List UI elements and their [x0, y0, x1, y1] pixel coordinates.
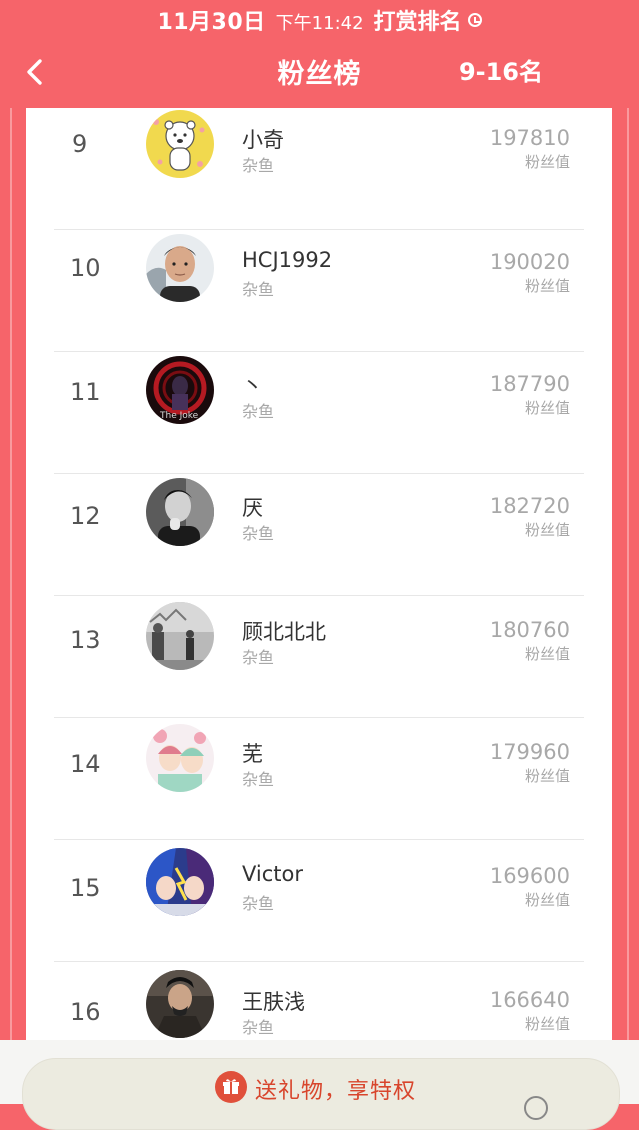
leaderboard-row[interactable]: 12 厌 杂鱼 182720 粉丝值	[26, 474, 612, 596]
fan-name: 芜	[242, 742, 263, 766]
avatar[interactable]	[146, 848, 214, 916]
fan-level: 杂鱼	[242, 280, 275, 299]
fan-level: 杂鱼	[242, 156, 275, 175]
send-gift-button[interactable]: 送礼物，享特权	[22, 1058, 620, 1130]
fan-level: 杂鱼	[242, 770, 275, 789]
fan-name: HCJ1992	[242, 248, 333, 272]
leaderboard-card: 9 小奇 杂鱼 197810 粉丝值 10 HCJ1992 杂鱼 190020 …	[26, 108, 612, 1048]
fan-name: Victor	[242, 862, 304, 886]
avatar[interactable]	[146, 110, 214, 178]
clock-icon	[467, 13, 482, 27]
avatar[interactable]	[146, 724, 214, 792]
left-stripe	[10, 108, 12, 1048]
status-section: 打赏排名	[373, 10, 462, 35]
rank-number: 12	[70, 502, 101, 530]
avatar[interactable]: The Joke	[146, 356, 214, 424]
leaderboard-row[interactable]: 13 顾北北北 杂鱼 180760 粉丝值	[26, 596, 612, 718]
fan-score: 179960	[489, 740, 570, 764]
fan-name: 顾北北北	[242, 620, 326, 644]
fan-name: 小奇	[242, 128, 284, 152]
rank-number: 15	[70, 874, 101, 902]
rank-number: 14	[70, 750, 101, 778]
score-unit: 粉丝值	[524, 767, 570, 785]
score-unit: 粉丝值	[524, 521, 570, 539]
status-date: 11月30日	[157, 10, 266, 35]
watermark-icon	[524, 1096, 548, 1120]
page-title: 粉丝榜	[277, 59, 362, 90]
fan-score: 197810	[489, 126, 570, 150]
fan-level: 杂鱼	[242, 894, 275, 913]
score-unit: 粉丝值	[524, 277, 570, 295]
fan-score: 187790	[489, 372, 570, 396]
rank-number: 11	[70, 378, 101, 406]
fan-score: 180760	[489, 618, 570, 642]
fan-level: 杂鱼	[242, 648, 275, 667]
fan-score: 169600	[489, 864, 570, 888]
rank-number: 9	[72, 130, 88, 158]
fan-name: 王肤浅	[242, 990, 305, 1014]
score-unit: 粉丝值	[524, 1015, 570, 1033]
status-line: 11月30日 下午11:42 打赏排名	[0, 4, 639, 36]
avatar[interactable]	[146, 970, 214, 1038]
fan-level: 杂鱼	[242, 524, 275, 543]
avatar[interactable]	[146, 602, 214, 670]
gift-icon	[215, 1071, 247, 1103]
rank-number: 16	[70, 998, 101, 1026]
leaderboard-row[interactable]: 9 小奇 杂鱼 197810 粉丝值	[26, 108, 612, 230]
score-unit: 粉丝值	[524, 153, 570, 171]
score-unit: 粉丝值	[524, 645, 570, 663]
leaderboard-row[interactable]: 11 The Joke 丶 杂鱼 187790 粉丝值	[26, 352, 612, 474]
avatar[interactable]	[146, 478, 214, 546]
leaderboard-row[interactable]: 10 HCJ1992 杂鱼 190020 粉丝值	[26, 230, 612, 352]
rank-range-label: 9-16名	[458, 58, 543, 86]
score-unit: 粉丝值	[524, 399, 570, 417]
leaderboard-row[interactable]: 14 芜 杂鱼 179960 粉丝值	[26, 718, 612, 840]
rank-number: 10	[70, 254, 101, 282]
svg-text:The Joke: The Joke	[159, 411, 199, 421]
fan-score: 190020	[489, 250, 570, 274]
top-header: 11月30日 下午11:42 打赏排名 粉丝榜 9-16名	[0, 0, 639, 108]
score-unit: 粉丝值	[524, 891, 570, 909]
leaderboard-row[interactable]: 15 Victor 杂鱼 169600 粉丝值	[26, 840, 612, 962]
fan-level: 杂鱼	[242, 1018, 275, 1037]
rank-number: 13	[70, 626, 101, 654]
right-stripe	[627, 108, 629, 1048]
fan-score: 166640	[489, 988, 570, 1012]
send-gift-label: 送礼物，享特权	[255, 1079, 417, 1104]
avatar[interactable]	[146, 234, 214, 302]
fan-name: 丶	[242, 374, 263, 398]
fan-score: 182720	[489, 494, 570, 518]
bottom-bar: 送礼物，享特权	[0, 1040, 639, 1130]
fan-level: 杂鱼	[242, 402, 275, 421]
status-time: 下午11:42	[275, 13, 364, 34]
fan-name: 厌	[242, 496, 263, 520]
leaderboard-row[interactable]: 16 王肤浅 杂鱼 166640 粉丝值	[26, 962, 612, 1048]
